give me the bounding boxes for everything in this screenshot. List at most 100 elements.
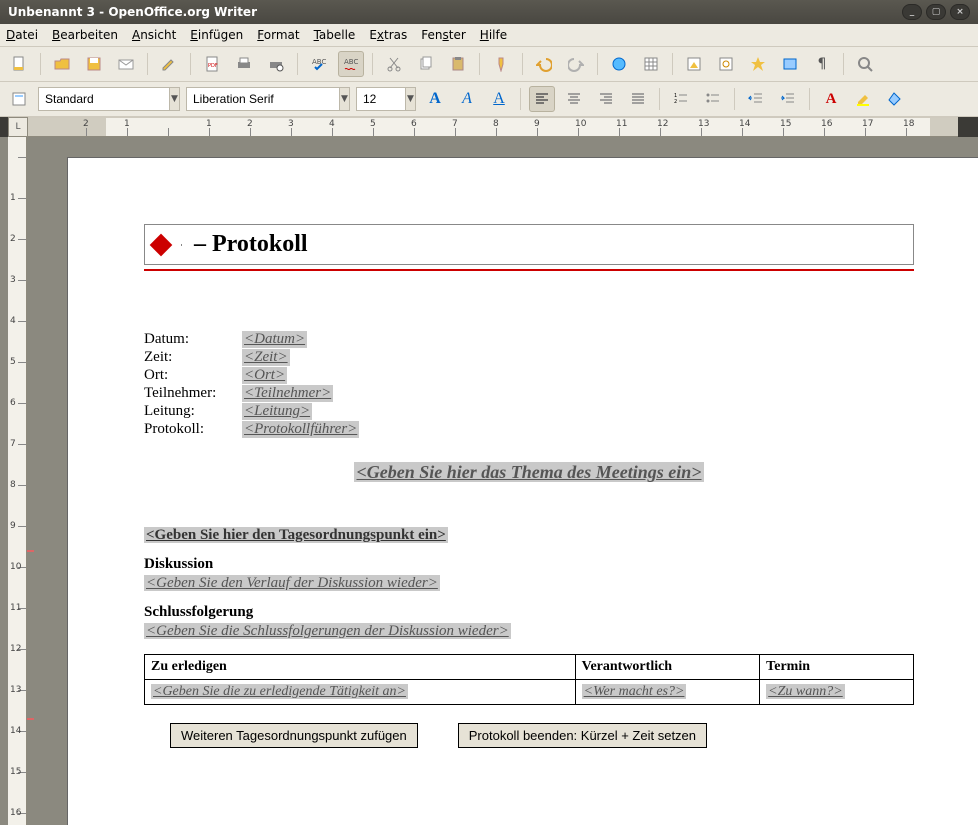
section-heading[interactable]: Diskussion <box>144 556 914 573</box>
window-close-button[interactable]: × <box>950 4 970 20</box>
table-header[interactable]: Verantwortlich <box>575 655 760 680</box>
cut-button[interactable] <box>381 51 407 77</box>
placeholder-field[interactable]: <Leitung> <box>242 403 312 420</box>
menu-help[interactable]: Hilfe <box>480 28 507 42</box>
spellcheck-button[interactable]: ABC <box>306 51 332 77</box>
svg-text:ABC: ABC <box>312 58 326 66</box>
menu-bar: Datei Bearbeiten Ansicht Einfügen Format… <box>0 24 978 47</box>
placeholder-field[interactable]: <Geben Sie die zu erledigende Tätigkeit … <box>151 684 408 699</box>
table-header[interactable]: Termin <box>760 655 914 680</box>
meta-label: Ort: <box>144 367 234 384</box>
placeholder-field[interactable]: <Geben Sie hier das Thema des Meetings e… <box>354 462 703 482</box>
document-title[interactable]: – Protokoll <box>194 231 308 258</box>
placeholder-field[interactable]: <Datum> <box>242 331 307 348</box>
print-button[interactable] <box>231 51 257 77</box>
styles-button[interactable] <box>6 86 32 112</box>
gallery-button[interactable] <box>777 51 803 77</box>
bold-button[interactable]: A <box>422 86 448 112</box>
show-draw-button[interactable] <box>681 51 707 77</box>
decrease-indent-button[interactable] <box>743 86 769 112</box>
table-header[interactable]: Zu erledigen <box>145 655 576 680</box>
table-cell[interactable]: <Geben Sie die zu erledigende Tätigkeit … <box>145 680 576 705</box>
format-paintbrush-button[interactable] <box>488 51 514 77</box>
menu-window[interactable]: Fenster <box>421 28 466 42</box>
document-canvas[interactable]: – Protokoll Datum:<Datum> Zeit:<Zeit> Or… <box>27 137 978 825</box>
placeholder-field[interactable]: <Teilnehmer> <box>242 385 333 402</box>
autospellcheck-button[interactable]: ABC <box>338 51 364 77</box>
meta-label: Teilnehmer: <box>144 385 234 402</box>
placeholder-field[interactable]: <Wer macht es?> <box>582 684 687 699</box>
zoom-button[interactable] <box>852 51 878 77</box>
align-justify-button[interactable] <box>625 86 651 112</box>
placeholder-field[interactable]: <Ort> <box>242 367 287 384</box>
placeholder-field[interactable]: <Geben Sie den Verlauf der Diskussion wi… <box>144 575 440 591</box>
align-left-button[interactable] <box>529 86 555 112</box>
nonprinting-button[interactable]: ¶ <box>809 51 835 77</box>
menu-table[interactable]: Tabelle <box>314 28 356 42</box>
chevron-down-icon[interactable]: ▼ <box>339 88 349 110</box>
font-name-dropdown[interactable]: ▼ <box>186 87 350 111</box>
chevron-down-icon[interactable]: ▼ <box>405 88 415 110</box>
email-button[interactable] <box>113 51 139 77</box>
svg-text:ABC: ABC <box>344 58 358 66</box>
finish-protocol-button[interactable]: Protokoll beenden: Kürzel + Zeit setzen <box>458 723 707 748</box>
title-frame[interactable]: – Protokoll <box>144 224 914 265</box>
font-size-input[interactable] <box>357 89 405 109</box>
italic-button[interactable]: A <box>454 86 480 112</box>
todo-table[interactable]: Zu erledigen Verantwortlich Termin <Gebe… <box>144 654 914 705</box>
background-color-button[interactable] <box>882 86 908 112</box>
align-center-button[interactable] <box>561 86 587 112</box>
paragraph-style-input[interactable] <box>39 89 169 109</box>
menu-view[interactable]: Ansicht <box>132 28 176 42</box>
find-replace-button[interactable] <box>713 51 739 77</box>
meta-block[interactable]: Datum:<Datum> Zeit:<Zeit> Ort:<Ort> Teil… <box>144 331 914 438</box>
paragraph-style-dropdown[interactable]: ▼ <box>38 87 180 111</box>
font-size-dropdown[interactable]: ▼ <box>356 87 416 111</box>
chevron-down-icon[interactable]: ▼ <box>169 88 179 110</box>
new-document-button[interactable] <box>6 51 32 77</box>
print-preview-button[interactable] <box>263 51 289 77</box>
placeholder-field[interactable]: <Protokollführer> <box>242 421 359 438</box>
copy-button[interactable] <box>413 51 439 77</box>
table-cell[interactable]: <Zu wann?> <box>760 680 914 705</box>
save-button[interactable] <box>81 51 107 77</box>
agenda-block[interactable]: <Geben Sie hier den Tagesordnungspunkt e… <box>144 527 914 748</box>
window-title: Unbenannt 3 - OpenOffice.org Writer <box>8 5 257 19</box>
menu-edit[interactable]: Bearbeiten <box>52 28 118 42</box>
undo-button[interactable] <box>531 51 557 77</box>
align-right-button[interactable] <box>593 86 619 112</box>
font-color-button[interactable]: A <box>818 86 844 112</box>
bullet-list-button[interactable] <box>700 86 726 112</box>
menu-format[interactable]: Format <box>257 28 299 42</box>
ruler-corner: L <box>8 117 28 137</box>
add-agenda-button[interactable]: Weiteren Tagesordnungspunkt zufügen <box>170 723 418 748</box>
window-maximize-button[interactable]: ▢ <box>926 4 946 20</box>
underline-button[interactable]: A <box>486 86 512 112</box>
edit-button[interactable] <box>156 51 182 77</box>
menu-extras[interactable]: Extras <box>369 28 407 42</box>
paste-button[interactable] <box>445 51 471 77</box>
window-minimize-button[interactable]: _ <box>902 4 922 20</box>
export-pdf-button[interactable]: PDF <box>199 51 225 77</box>
redo-button[interactable] <box>563 51 589 77</box>
hyperlink-button[interactable] <box>606 51 632 77</box>
menu-insert[interactable]: Einfügen <box>190 28 243 42</box>
ruler-vertical[interactable]: 12345678910111213141516 <box>8 137 27 825</box>
open-button[interactable] <box>49 51 75 77</box>
theme-line[interactable]: <Geben Sie hier das Thema des Meetings e… <box>144 462 914 483</box>
increase-indent-button[interactable] <box>775 86 801 112</box>
section-heading[interactable]: Schlussfolgerung <box>144 604 914 621</box>
document-page[interactable]: – Protokoll Datum:<Datum> Zeit:<Zeit> Or… <box>67 157 978 825</box>
font-name-input[interactable] <box>187 89 339 109</box>
ruler-horizontal[interactable]: 21123456789101112131415161718 <box>28 117 958 137</box>
placeholder-field[interactable]: <Zeit> <box>242 349 290 366</box>
table-button[interactable] <box>638 51 664 77</box>
numbered-list-button[interactable]: 12 <box>668 86 694 112</box>
placeholder-field[interactable]: <Geben Sie die Schlussfolgerungen der Di… <box>144 623 511 639</box>
placeholder-field[interactable]: <Geben Sie hier den Tagesordnungspunkt e… <box>144 527 448 543</box>
table-cell[interactable]: <Wer macht es?> <box>575 680 760 705</box>
menu-file[interactable]: Datei <box>6 28 38 42</box>
highlight-button[interactable] <box>850 86 876 112</box>
placeholder-field[interactable]: <Zu wann?> <box>766 684 845 699</box>
navigator-button[interactable] <box>745 51 771 77</box>
